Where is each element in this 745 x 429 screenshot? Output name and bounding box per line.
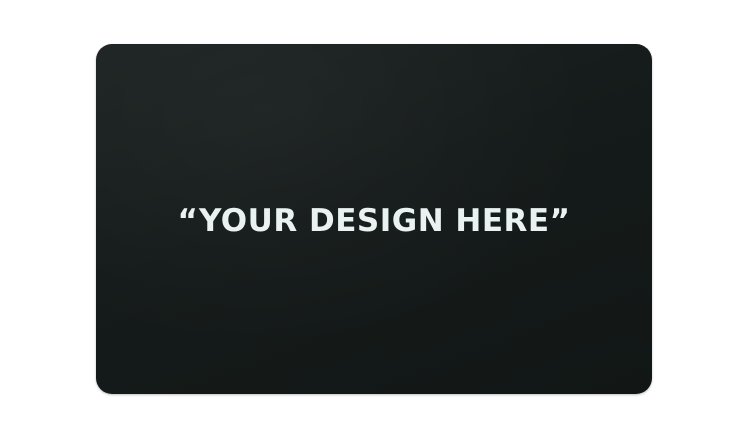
card-design-text: “YOUR DESIGN HERE”	[177, 203, 571, 239]
card: “YOUR DESIGN HERE”	[96, 44, 652, 394]
canvas: “YOUR DESIGN HERE”	[0, 0, 745, 429]
